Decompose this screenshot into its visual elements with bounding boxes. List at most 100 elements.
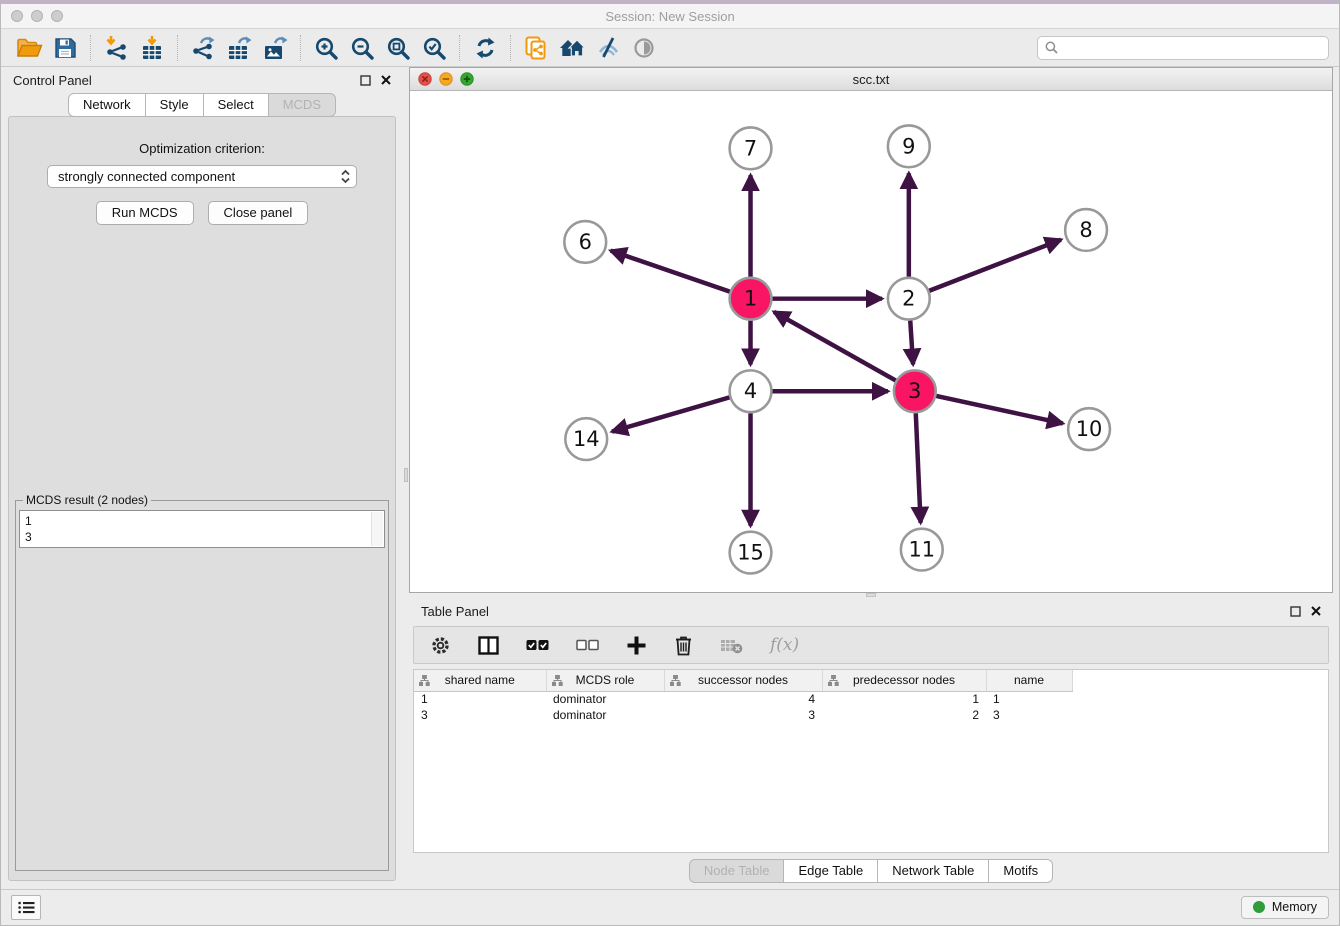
node-label-10: 10 bbox=[1076, 417, 1103, 441]
hierarchy-icon bbox=[670, 675, 681, 686]
control-panel-header: Control Panel bbox=[1, 67, 403, 93]
run-mcds-button[interactable]: Run MCDS bbox=[96, 201, 194, 225]
column-header-MCDS-role[interactable]: MCDS role bbox=[546, 670, 664, 691]
table-cell[interactable]: 1 bbox=[986, 691, 1072, 707]
node-label-9: 9 bbox=[902, 134, 915, 158]
vertical-splitter[interactable] bbox=[403, 67, 409, 889]
table-cell[interactable]: dominator bbox=[546, 691, 664, 707]
save-icon[interactable] bbox=[47, 32, 83, 64]
edge-2-8[interactable] bbox=[929, 240, 1061, 291]
home-icon[interactable] bbox=[554, 32, 590, 64]
node-label-11: 11 bbox=[908, 538, 935, 562]
node-label-15: 15 bbox=[737, 541, 764, 565]
edge-3-1[interactable] bbox=[774, 312, 896, 381]
tab-edge-table[interactable]: Edge Table bbox=[784, 859, 878, 883]
export-network-icon[interactable] bbox=[185, 32, 221, 64]
hierarchy-icon bbox=[419, 675, 430, 686]
edge-3-10[interactable] bbox=[936, 396, 1063, 423]
table-cell[interactable]: 3 bbox=[664, 707, 822, 723]
network-window-title: scc.txt bbox=[410, 72, 1332, 87]
toolbar-separator bbox=[300, 35, 301, 61]
zoom-fit-icon[interactable] bbox=[380, 32, 416, 64]
table-cell[interactable]: 1 bbox=[414, 691, 546, 707]
close-panel-icon[interactable] bbox=[381, 75, 391, 85]
node-label-3: 3 bbox=[908, 379, 921, 403]
tab-style[interactable]: Style bbox=[146, 93, 204, 117]
close-panel-icon[interactable] bbox=[1311, 606, 1321, 616]
export-table-icon[interactable] bbox=[221, 32, 257, 64]
float-panel-icon[interactable] bbox=[1290, 606, 1301, 617]
table-row[interactable]: 1dominator411 bbox=[414, 691, 1072, 707]
memory-button[interactable]: Memory bbox=[1241, 896, 1329, 919]
trash-icon[interactable] bbox=[674, 630, 693, 660]
close-panel-button[interactable]: Close panel bbox=[208, 201, 309, 225]
column-header-predecessor-nodes[interactable]: predecessor nodes bbox=[822, 670, 986, 691]
fx-label: f(x) bbox=[770, 635, 799, 655]
tab-motifs[interactable]: Motifs bbox=[989, 859, 1053, 883]
result-scrollbar[interactable] bbox=[371, 512, 383, 546]
float-panel-icon[interactable] bbox=[360, 75, 371, 86]
deselect-all-checkboxes-icon[interactable] bbox=[576, 630, 599, 660]
gear-icon[interactable] bbox=[430, 630, 451, 660]
window-title: Session: New Session bbox=[1, 9, 1339, 24]
zoom-out-icon[interactable] bbox=[344, 32, 380, 64]
node-label-1: 1 bbox=[744, 287, 757, 311]
tab-select[interactable]: Select bbox=[204, 93, 269, 117]
delete-table-icon[interactable] bbox=[720, 630, 743, 660]
optimization-criterion-label: Optimization criterion: bbox=[9, 141, 395, 156]
split-view-icon[interactable] bbox=[478, 630, 499, 660]
edge-3-11[interactable] bbox=[916, 413, 921, 523]
table-cell[interactable]: dominator bbox=[546, 707, 664, 723]
network-graph[interactable]: 7968124314101511 bbox=[410, 91, 1332, 592]
table-panel-tab-bar: Node TableEdge TableNetwork TableMotifs bbox=[409, 853, 1333, 889]
search-input[interactable] bbox=[1063, 41, 1321, 55]
table-cell[interactable]: 3 bbox=[986, 707, 1072, 723]
export-image-icon[interactable] bbox=[257, 32, 293, 64]
node-label-8: 8 bbox=[1079, 218, 1092, 242]
mcds-result-area[interactable]: 1 3 bbox=[19, 510, 385, 548]
table-cell[interactable]: 1 bbox=[822, 691, 986, 707]
column-header-shared-name[interactable]: shared name bbox=[414, 670, 546, 691]
edge-1-6[interactable] bbox=[611, 251, 730, 292]
search-field[interactable] bbox=[1037, 36, 1329, 60]
tab-node-table[interactable]: Node Table bbox=[689, 859, 785, 883]
hierarchy-icon bbox=[552, 675, 563, 686]
zoom-in-icon[interactable] bbox=[308, 32, 344, 64]
criterion-select[interactable]: strongly connected component bbox=[47, 165, 357, 188]
column-header-name[interactable]: name bbox=[986, 670, 1072, 691]
memory-status-icon bbox=[1253, 901, 1265, 913]
network-window-titlebar[interactable]: scc.txt bbox=[410, 68, 1332, 91]
column-header-successor-nodes[interactable]: successor nodes bbox=[664, 670, 822, 691]
add-icon[interactable] bbox=[626, 630, 647, 660]
import-table-icon[interactable] bbox=[134, 32, 170, 64]
table-cell[interactable]: 4 bbox=[664, 691, 822, 707]
open-folder-icon[interactable] bbox=[11, 32, 47, 64]
splitter-grip[interactable] bbox=[866, 593, 876, 597]
refresh-icon[interactable] bbox=[467, 32, 503, 64]
node-label-7: 7 bbox=[744, 136, 757, 160]
function-builder-icon[interactable]: f(x) bbox=[770, 630, 799, 660]
tab-network[interactable]: Network bbox=[68, 93, 146, 117]
table-cell[interactable]: 3 bbox=[414, 707, 546, 723]
task-history-icon[interactable] bbox=[11, 895, 41, 920]
toolbar-separator bbox=[90, 35, 91, 61]
select-all-checkboxes-icon[interactable] bbox=[526, 630, 549, 660]
horizontal-splitter[interactable] bbox=[409, 593, 1333, 598]
network-canvas[interactable]: 7968124314101511 bbox=[410, 91, 1332, 592]
show-graphics-details-icon[interactable] bbox=[626, 32, 662, 64]
hide-graphics-details-icon[interactable] bbox=[590, 32, 626, 64]
edge-4-14[interactable] bbox=[612, 397, 729, 431]
table-row[interactable]: 3dominator323 bbox=[414, 707, 1072, 723]
main-area: Control Panel NetworkStyleSelectMCDS Opt… bbox=[1, 67, 1339, 889]
node-label-6: 6 bbox=[579, 230, 592, 254]
tab-mcds[interactable]: MCDS bbox=[269, 93, 336, 117]
splitter-grip[interactable] bbox=[404, 468, 408, 482]
edge-2-3[interactable] bbox=[910, 321, 913, 365]
zoom-selected-icon[interactable] bbox=[416, 32, 452, 64]
import-network-icon[interactable] bbox=[98, 32, 134, 64]
table-panel: Table Panel bbox=[409, 598, 1333, 889]
table-cell[interactable]: 2 bbox=[822, 707, 986, 723]
application-window: Session: New Session bbox=[0, 0, 1340, 926]
network-from-file-icon[interactable] bbox=[518, 32, 554, 64]
tab-network-table[interactable]: Network Table bbox=[878, 859, 989, 883]
